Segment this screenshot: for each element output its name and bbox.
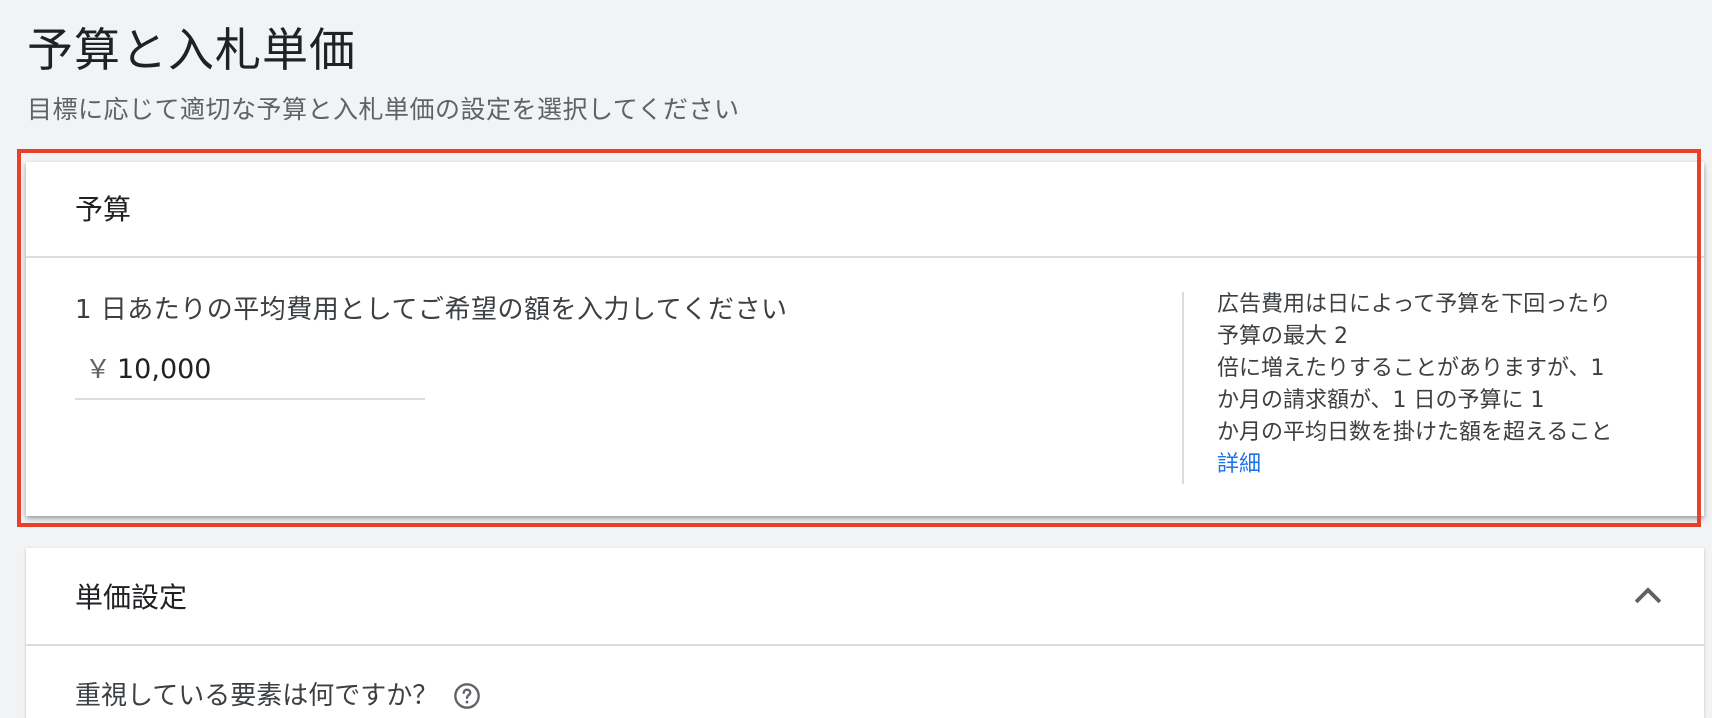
budget-prompt: 1 日あたりの平均費用としてご希望の額を入力してください — [75, 295, 788, 325]
chevron-up-icon[interactable] — [1630, 578, 1666, 614]
budget-help-line: 倍に増えたりすることがありますが、1 — [1217, 356, 1605, 381]
currency-symbol: ￥ — [85, 355, 112, 385]
bid-strategy-header[interactable]: 単価設定 — [26, 548, 1704, 646]
budget-help-line: 広告費用は日によって予算を下回ったり — [1217, 292, 1612, 317]
help-divider — [1182, 292, 1184, 484]
budget-card: 予算 1 日あたりの平均費用としてご希望の額を入力してください ￥ 10,000… — [26, 162, 1704, 516]
bid-strategy-card: 単価設定 重視している要素は何ですか？ — [26, 548, 1704, 718]
budget-help-text: 広告費用は日によって予算を下回ったり 予算の最大 2 倍に増えたりすることがあり… — [1217, 289, 1687, 481]
learn-more-link[interactable]: 詳細 — [1217, 449, 1687, 481]
budget-help-line: か月の請求額が、1 日の予算に 1 — [1217, 388, 1545, 413]
bid-question-row: 重視している要素は何ですか？ — [75, 678, 481, 714]
bid-strategy-title: 単価設定 — [75, 581, 188, 614]
budget-help-line: 予算の最大 2 — [1217, 324, 1348, 349]
page-subtitle: 目標に応じて適切な予算と入札単価の設定を選択してください — [27, 95, 740, 124]
budget-help-line: か月の平均日数を掛けた額を超えること — [1217, 420, 1613, 445]
daily-budget-input[interactable]: ￥ 10,000 — [75, 346, 425, 400]
bid-question: 重視している要素は何ですか？ — [75, 681, 439, 711]
daily-budget-value[interactable]: 10,000 — [117, 352, 211, 388]
help-circle-icon[interactable] — [453, 682, 481, 710]
budget-section-title: 予算 — [75, 193, 132, 226]
budget-card-header: 予算 — [26, 162, 1704, 258]
page-title: 予算と入札単価 — [27, 23, 356, 77]
